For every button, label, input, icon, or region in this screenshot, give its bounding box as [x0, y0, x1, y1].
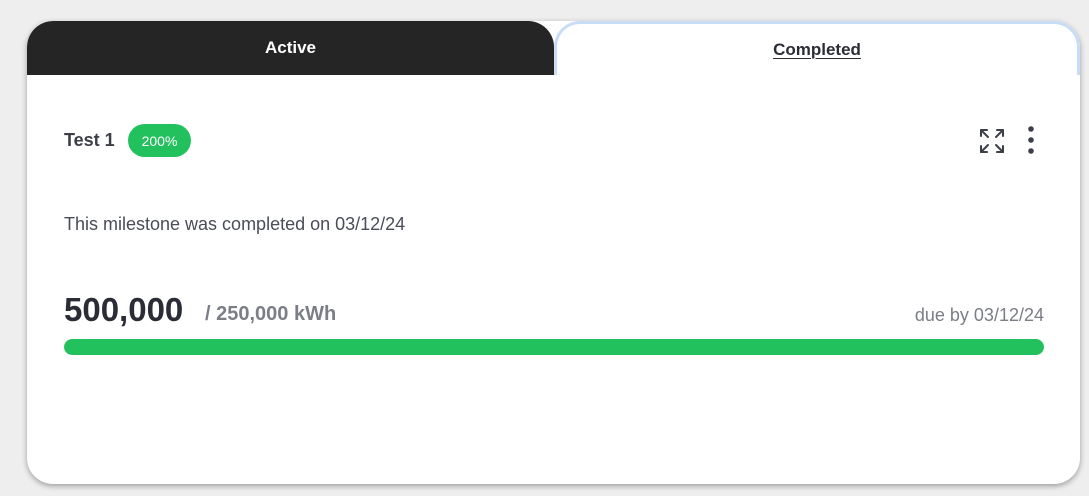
milestone-card: Active Completed Test 1 200% This milest… [27, 21, 1080, 484]
milestone-tabs: Active Completed [27, 21, 1080, 75]
progress-bar [64, 339, 1044, 355]
due-date: due by 03/12/24 [914, 305, 1044, 325]
expand-icon[interactable] [978, 127, 1006, 155]
current-value: 500,000 [64, 291, 184, 328]
tab-active[interactable]: Active [27, 21, 554, 75]
tab-completed[interactable]: Completed [554, 21, 1080, 75]
more-vertical-icon[interactable] [1021, 125, 1041, 157]
tab-active-label: Active [264, 38, 317, 57]
target-value: / 250,000 kWh [205, 303, 337, 325]
progress-bar-fill [64, 339, 1044, 355]
completed-message: This milestone was completed on 03/12/24 [64, 214, 406, 234]
progress-percent-badge: 200% [128, 124, 191, 157]
tab-completed-label: Completed [773, 39, 861, 59]
milestone-title: Test 1 [64, 130, 115, 150]
